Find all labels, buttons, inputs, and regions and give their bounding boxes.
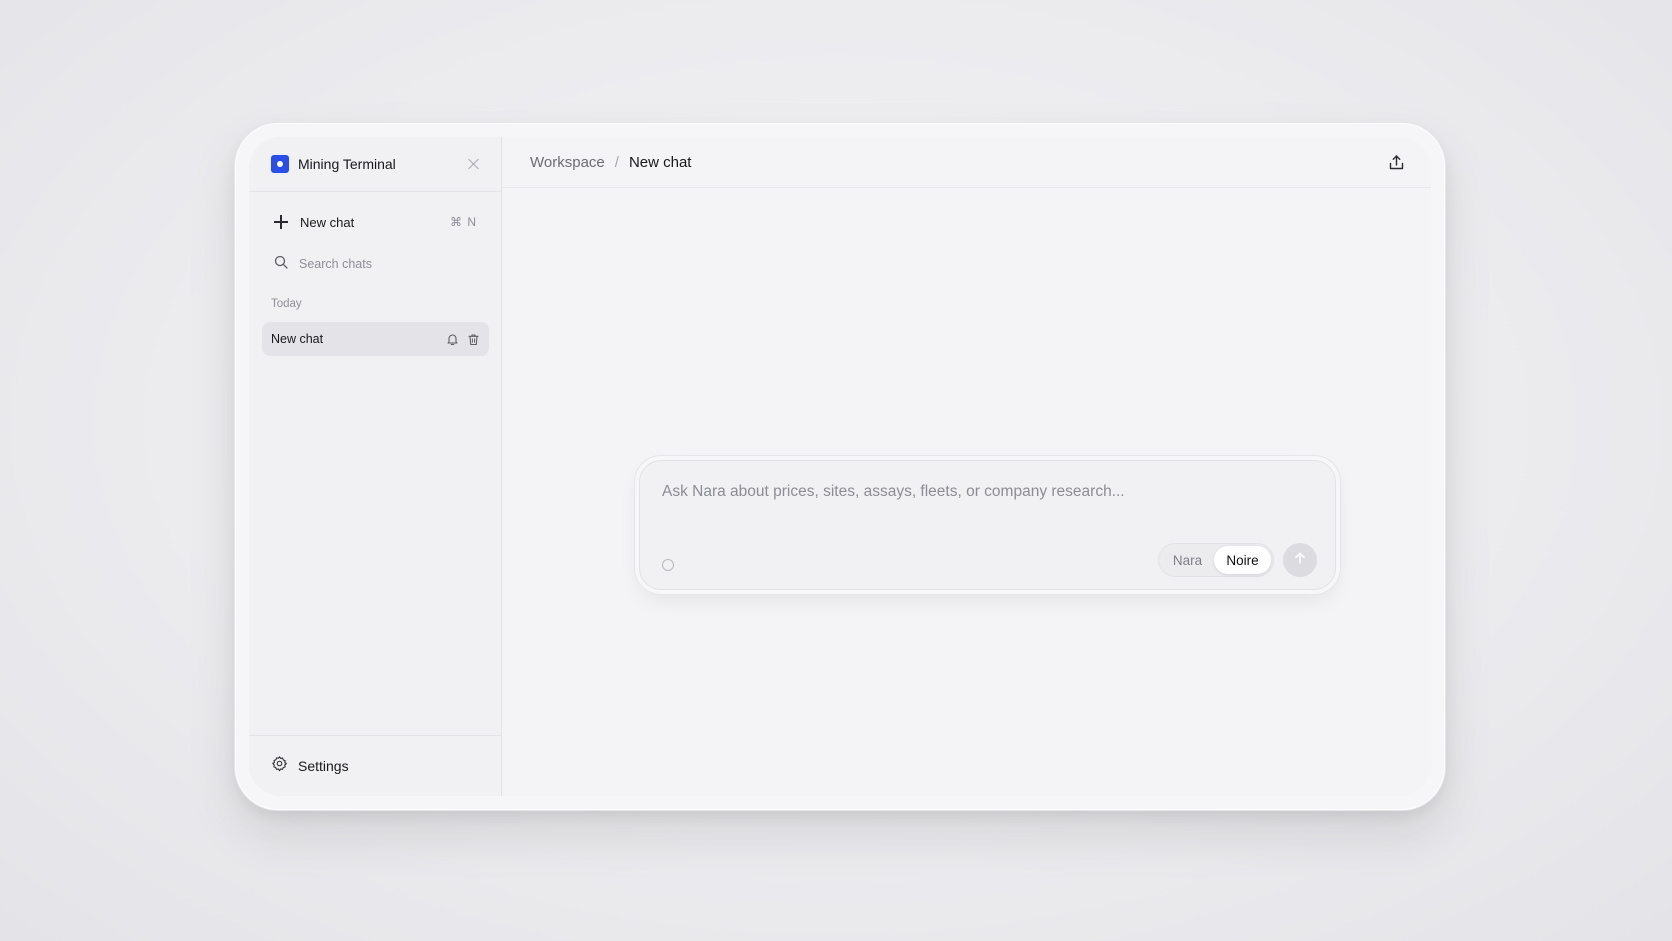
model-option-nara[interactable]: Nara — [1161, 546, 1214, 574]
breadcrumb-current: New chat — [628, 153, 692, 171]
sidebar: Mining Terminal New chat ⌘ N Today New c… — [249, 137, 502, 796]
app-window: Mining Terminal New chat ⌘ N Today New c… — [249, 137, 1431, 796]
model-option-noire[interactable]: Noire — [1214, 546, 1271, 574]
breadcrumb-workspace[interactable]: Workspace — [530, 154, 605, 171]
gear-icon — [271, 755, 288, 777]
app-logo — [271, 155, 289, 173]
device-frame: Mining Terminal New chat ⌘ N Today New c… — [234, 122, 1446, 811]
main-panel: Workspace / New chat Nara Noire — [502, 137, 1431, 796]
new-chat-button[interactable]: New chat ⌘ N — [262, 205, 489, 239]
search-input[interactable] — [299, 257, 469, 271]
sidebar-header: Mining Terminal — [249, 137, 501, 192]
message-input[interactable] — [662, 483, 1302, 501]
arrow-up-icon — [1293, 551, 1307, 570]
breadcrumb-separator: / — [614, 153, 619, 171]
top-bar: Workspace / New chat — [502, 137, 1431, 188]
model-toggle: Nara Noire — [1158, 543, 1274, 577]
settings-label: Settings — [298, 758, 349, 774]
close-icon[interactable] — [468, 158, 480, 170]
trash-icon[interactable] — [466, 332, 480, 346]
app-title: Mining Terminal — [298, 156, 396, 172]
plus-icon — [274, 215, 288, 229]
bell-icon[interactable] — [445, 332, 459, 346]
new-chat-shortcut: ⌘ N — [450, 215, 477, 229]
chat-composer: Nara Noire — [639, 460, 1336, 590]
new-chat-label: New chat — [300, 214, 355, 230]
section-label-today: Today — [271, 298, 302, 310]
send-button[interactable] — [1283, 543, 1317, 577]
attach-icon[interactable] — [662, 559, 674, 571]
settings-button[interactable]: Settings — [249, 735, 501, 796]
share-icon[interactable] — [1387, 153, 1405, 171]
chat-item-label: New chat — [271, 332, 324, 346]
chat-list-item[interactable]: New chat — [262, 322, 489, 356]
search-chats[interactable] — [262, 247, 489, 281]
search-icon — [274, 255, 288, 274]
